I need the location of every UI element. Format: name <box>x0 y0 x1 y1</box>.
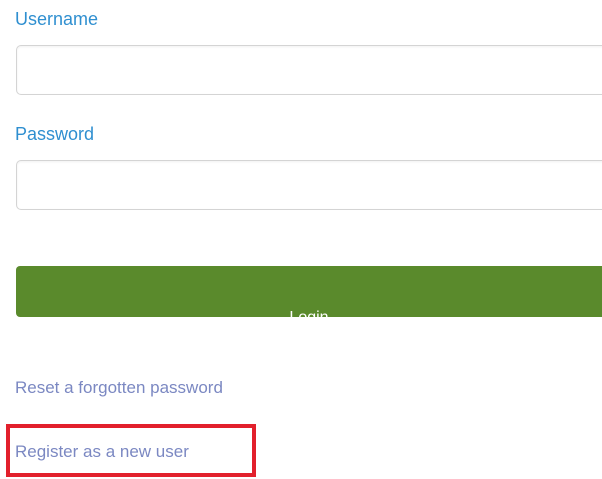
username-label: Username <box>15 9 99 29</box>
reset-password-link[interactable]: Reset a forgotten password <box>15 377 223 399</box>
login-button-label: Login <box>289 308 329 326</box>
password-label: Password <box>15 124 95 144</box>
login-button[interactable]: Login <box>16 266 602 326</box>
username-input[interactable] <box>16 45 602 95</box>
password-input[interactable] <box>16 160 602 210</box>
register-link[interactable]: Register as a new user <box>15 441 189 463</box>
